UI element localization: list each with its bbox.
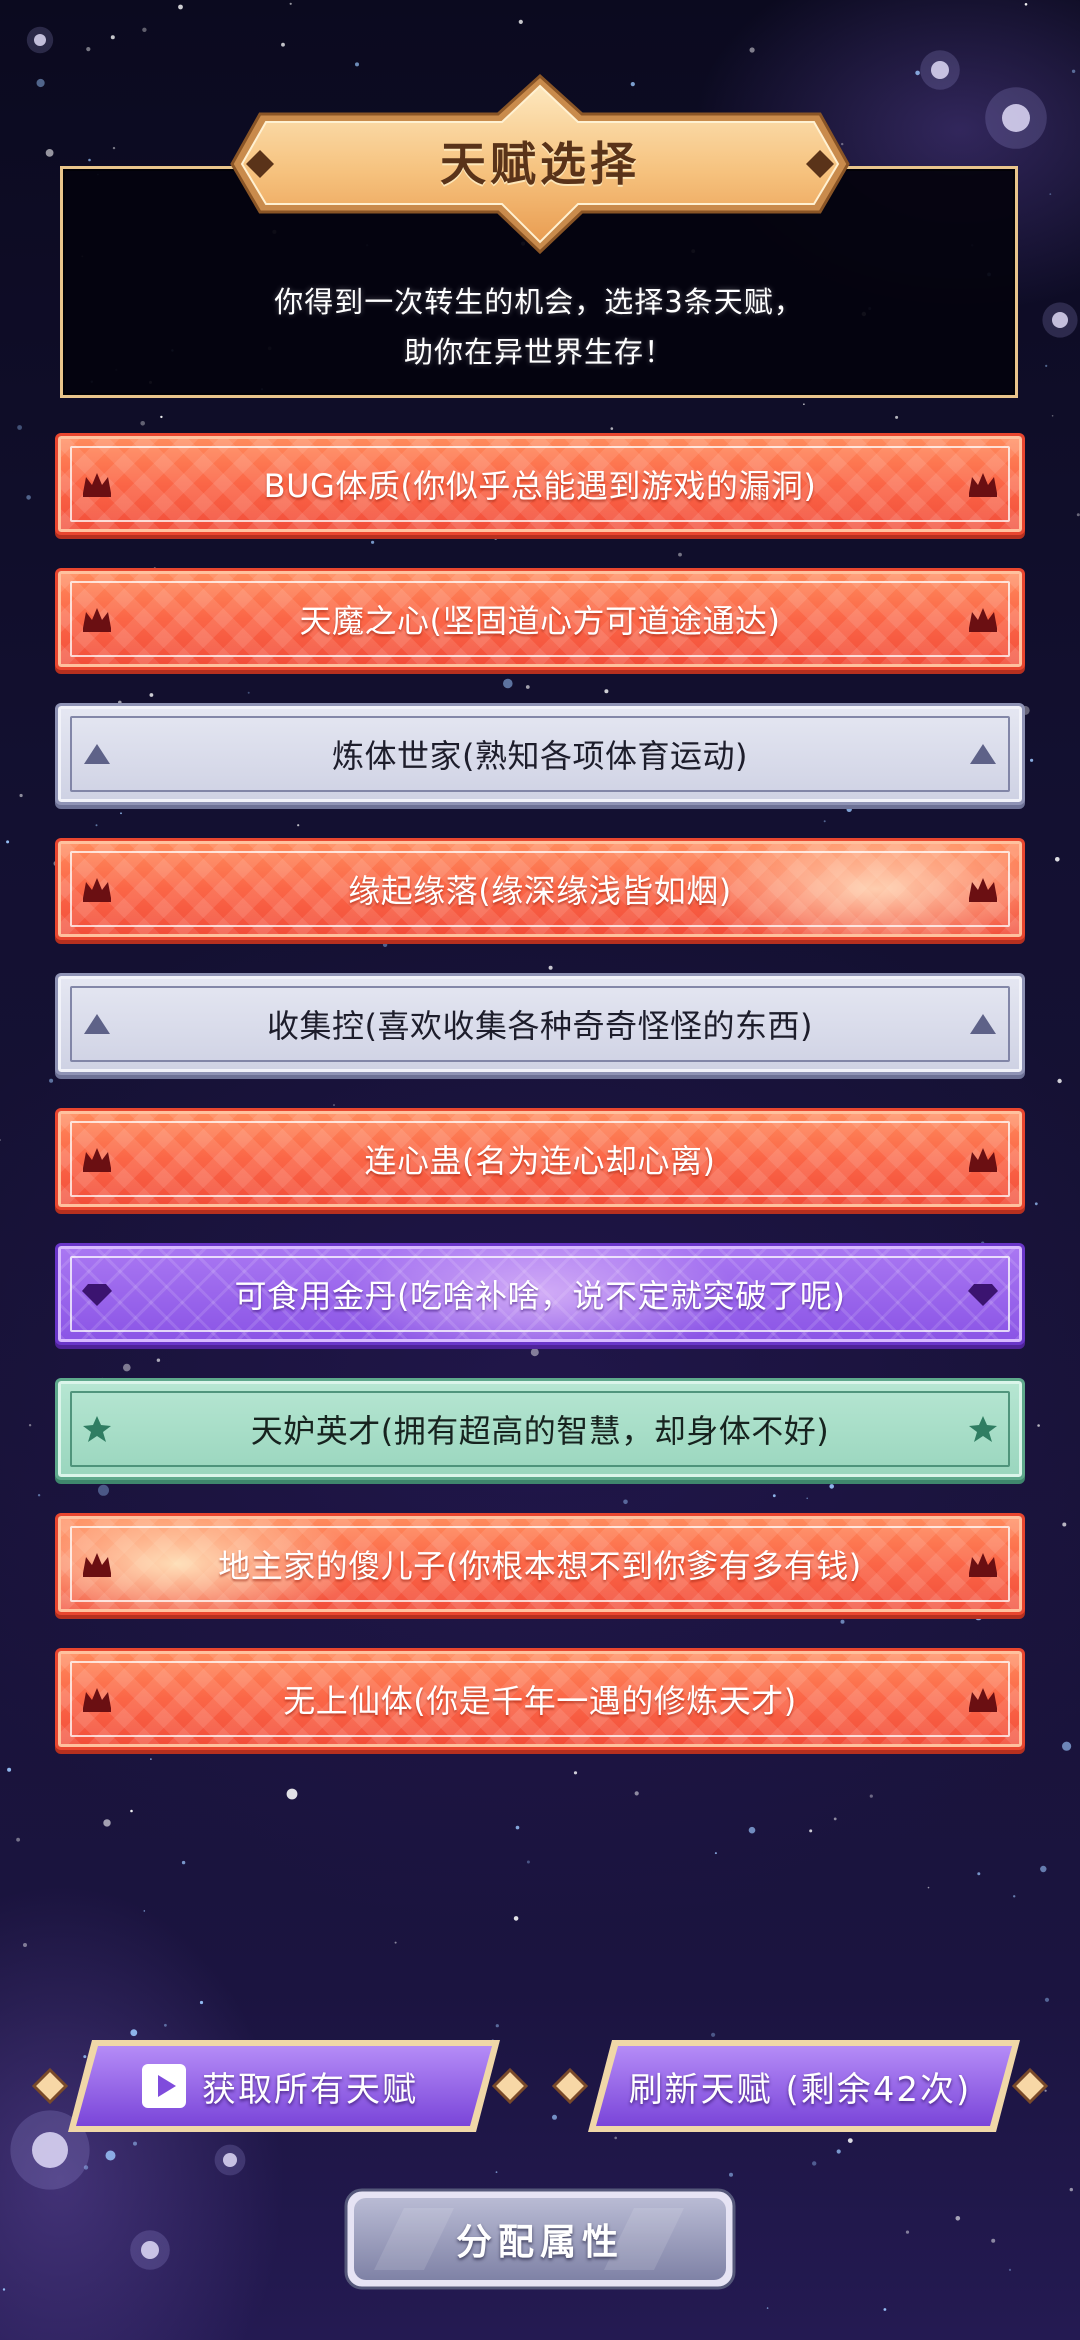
star-icon (969, 1416, 997, 1442)
talent-label: 炼体世家(熟知各项体育运动) (332, 737, 748, 775)
talent-option[interactable]: 缘起缘落(缘深缘浅皆如烟) (58, 841, 1022, 937)
video-play-icon (142, 2064, 186, 2108)
talent-option[interactable]: 收集控(喜欢收集各种奇奇怪怪的东西) (58, 976, 1022, 1072)
talent-option[interactable]: 天妒英才(拥有超高的智慧，却身体不好) (58, 1381, 1022, 1477)
get-all-talents-button[interactable]: 获取所有天赋 (30, 2036, 530, 2136)
star-icon (83, 1416, 111, 1442)
crown-icon (83, 1688, 111, 1712)
refresh-talents-button[interactable]: 刷新天赋 (剩余42次) (550, 2036, 1050, 2136)
crown-icon (969, 1148, 997, 1172)
title-banner: 天赋选择 (220, 72, 860, 258)
crown-icon (969, 1688, 997, 1712)
crown-icon (969, 608, 997, 632)
talent-option[interactable]: 地主家的傻儿子(你根本想不到你爹有多有钱) (58, 1516, 1022, 1612)
talent-label: 天魔之心(坚固道心方可道途通达) (299, 602, 781, 640)
crown-icon (969, 473, 997, 497)
crown-icon (83, 1553, 111, 1577)
talent-option[interactable]: BUG体质(你似乎总能遇到游戏的漏洞) (58, 436, 1022, 532)
triangle-icon (84, 744, 110, 764)
talent-option[interactable]: 无上仙体(你是千年一遇的修炼天才) (58, 1651, 1022, 1747)
allocate-attributes-button[interactable]: 分配属性 (344, 2188, 736, 2290)
crown-icon (83, 878, 111, 902)
page-title: 天赋选择 (440, 137, 640, 191)
talent-label: BUG体质(你似乎总能遇到游戏的漏洞) (263, 467, 817, 505)
talent-label: 地主家的傻儿子(你根本想不到你爹有多有钱) (218, 1547, 862, 1585)
triangle-icon (970, 744, 996, 764)
crown-icon (969, 878, 997, 902)
talent-label: 无上仙体(你是千年一遇的修炼天才) (283, 1682, 797, 1720)
crown-icon (83, 473, 111, 497)
crown-icon (969, 1553, 997, 1577)
talent-label: 连心蛊(名为连心却心离) (364, 1142, 716, 1180)
talent-label: 天妒英才(拥有超高的智慧，却身体不好) (250, 1412, 830, 1450)
talent-option[interactable]: 可食用金丹(吃啥补啥，说不定就突破了呢) (58, 1246, 1022, 1342)
allocate-label: 分配属性 (455, 2222, 624, 2263)
talent-label: 收集控(喜欢收集各种奇奇怪怪的东西) (267, 1007, 813, 1045)
intro-line-2: 助你在异世界生存！ (403, 335, 674, 369)
crown-icon (83, 1148, 111, 1172)
talent-option[interactable]: 连心蛊(名为连心却心离) (58, 1111, 1022, 1207)
intro-description: 你得到一次转生的机会，选择3条天赋， 助你在异世界生存！ (63, 277, 1015, 377)
get-all-label: 获取所有天赋 (202, 2069, 418, 2110)
talent-option[interactable]: 炼体世家(熟知各项体育运动) (58, 706, 1022, 802)
triangle-icon (84, 1014, 110, 1034)
diamond-icon (968, 1284, 998, 1306)
triangle-icon (970, 1014, 996, 1034)
diamond-icon (82, 1284, 112, 1306)
crown-icon (83, 608, 111, 632)
talent-option[interactable]: 天魔之心(坚固道心方可道途通达) (58, 571, 1022, 667)
talent-label: 缘起缘落(缘深缘浅皆如烟) (348, 872, 732, 910)
refresh-label: 刷新天赋 (剩余42次) (628, 2069, 972, 2110)
intro-line-1: 你得到一次转生的机会，选择3条天赋， (274, 285, 804, 319)
talent-label: 可食用金丹(吃啥补啥，说不定就突破了呢) (234, 1277, 846, 1315)
